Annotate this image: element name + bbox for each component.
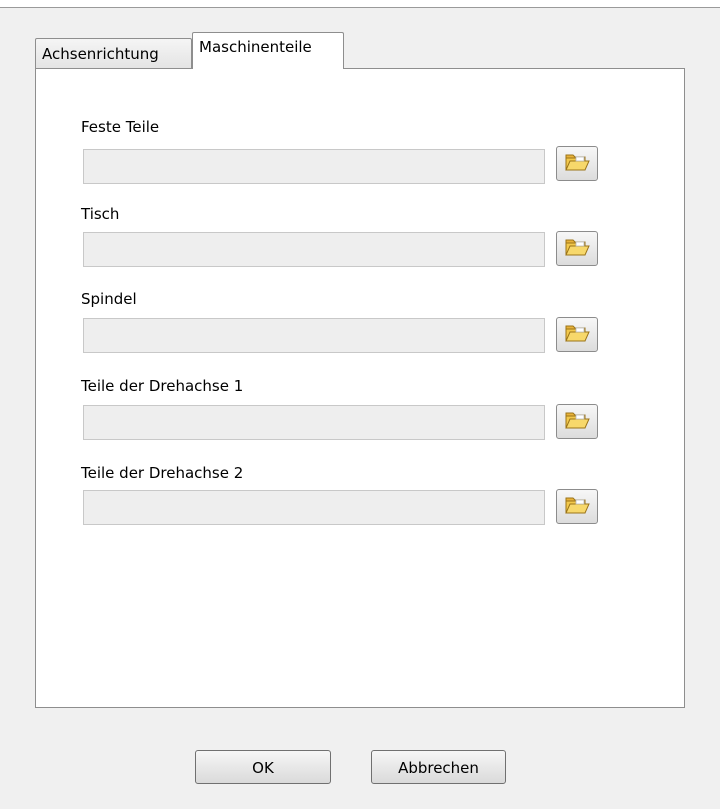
drehachse-1-path-input[interactable] (83, 405, 545, 440)
feste-teile-label: Feste Teile (81, 118, 160, 136)
folder-open-icon (564, 151, 590, 176)
tab-maschinenteile[interactable]: Maschinenteile (192, 32, 344, 69)
drehachse-2-path-input[interactable] (83, 490, 545, 525)
tab-label: Maschinenteile (199, 38, 312, 56)
cancel-button[interactable]: Abbrechen (371, 750, 506, 784)
feste-teile-browse-button[interactable] (556, 146, 598, 181)
folder-open-icon (564, 236, 590, 261)
drehachse-2-label: Teile der Drehachse 2 (81, 464, 244, 482)
folder-open-icon (564, 494, 590, 519)
drehachse-2-browse-button[interactable] (556, 489, 598, 524)
dialog-window: Achsenrichtung Maschinenteile Feste Teil… (0, 0, 720, 809)
folder-open-icon (564, 322, 590, 347)
tab-achsenrichtung[interactable]: Achsenrichtung (35, 38, 192, 68)
tab-label: Achsenrichtung (42, 45, 159, 63)
ok-button[interactable]: OK (195, 750, 331, 784)
tisch-browse-button[interactable] (556, 231, 598, 266)
tisch-label: Tisch (81, 205, 120, 223)
spindel-path-input[interactable] (83, 318, 545, 353)
drehachse-1-label: Teile der Drehachse 1 (81, 377, 244, 395)
spindel-browse-button[interactable] (556, 317, 598, 352)
title-bar-edge (0, 0, 720, 8)
drehachse-1-browse-button[interactable] (556, 404, 598, 439)
feste-teile-path-input[interactable] (83, 149, 545, 184)
spindel-label: Spindel (81, 290, 137, 308)
tisch-path-input[interactable] (83, 232, 545, 267)
folder-open-icon (564, 409, 590, 434)
